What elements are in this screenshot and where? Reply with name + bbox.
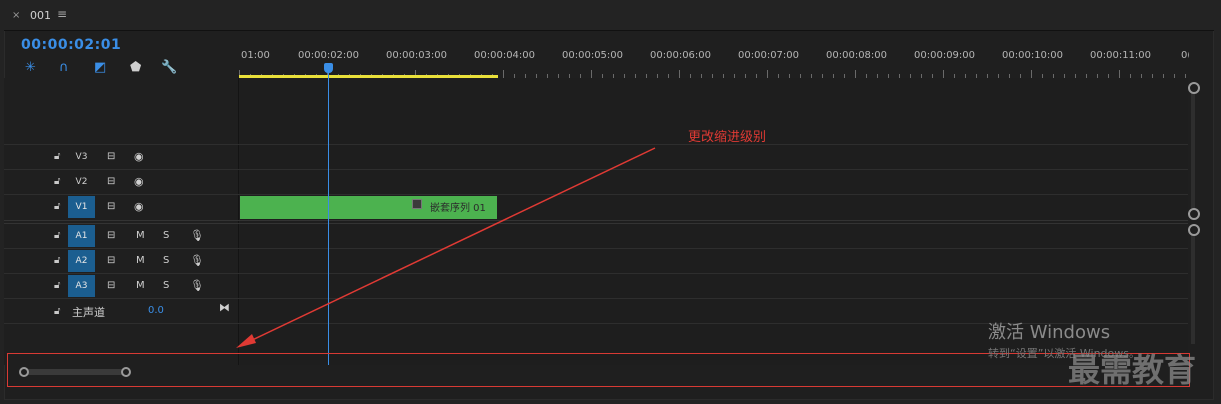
watermark-logo: 最需教育 xyxy=(1068,351,1197,389)
activate-windows-title: 激活 Windows xyxy=(988,322,1111,343)
annotation-label: 更改缩进级别 xyxy=(688,130,767,145)
